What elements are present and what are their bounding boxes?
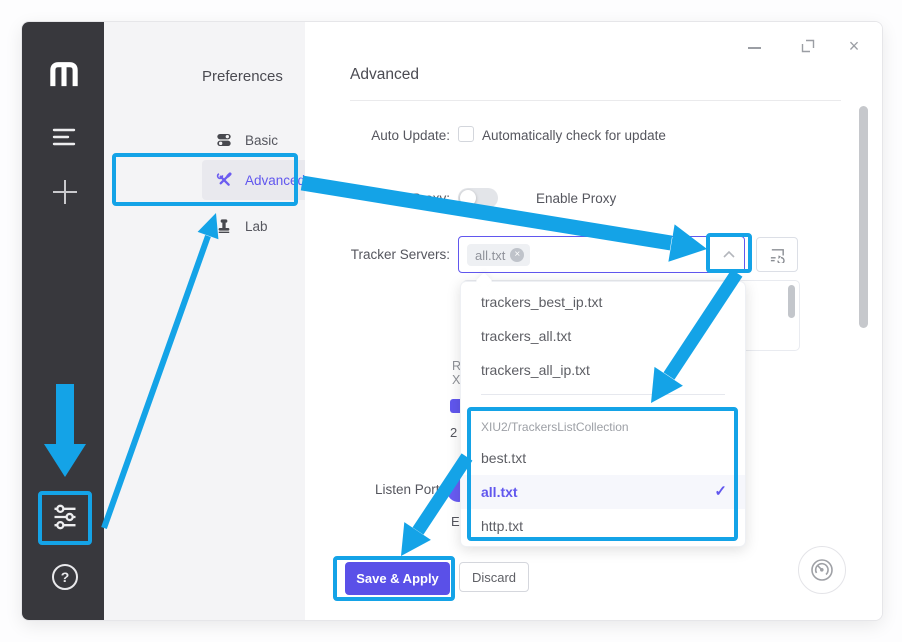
title-divider xyxy=(350,100,841,101)
tools-icon xyxy=(216,172,232,188)
textarea-scrollbar[interactable] xyxy=(788,285,795,318)
sync-icon xyxy=(768,246,787,263)
dropdown-option[interactable]: trackers_best_ip.txt xyxy=(461,285,745,319)
obscured-text-fragment: E xyxy=(451,515,460,529)
dropdown-option-selected[interactable]: all.txt ✓ xyxy=(461,475,745,509)
help-glyph: ? xyxy=(61,569,70,585)
screenshot-root: ? Preferences Basic Advanced xyxy=(0,0,902,642)
discard-button[interactable]: Discard xyxy=(459,562,529,592)
dropdown-option[interactable]: best.txt xyxy=(461,441,745,475)
auto-update-option-label[interactable]: Automatically check for update xyxy=(482,128,666,144)
restore-button[interactable] xyxy=(798,36,818,56)
add-task-icon[interactable] xyxy=(50,177,80,207)
preferences-icon[interactable] xyxy=(49,501,81,533)
minimize-icon xyxy=(748,47,761,49)
motrix-logo-icon xyxy=(48,60,80,88)
close-button[interactable]: × xyxy=(844,36,864,56)
dropdown-option[interactable]: trackers_all.txt xyxy=(461,319,745,353)
listen-ports-label: Listen Ports: xyxy=(310,482,450,498)
dropdown-option[interactable]: http.txt xyxy=(461,509,745,543)
tracker-servers-label: Tracker Servers: xyxy=(310,247,450,263)
proxy-label: Proxy: xyxy=(310,191,450,207)
content-scrollbar[interactable] xyxy=(859,106,868,328)
tag-label: all.txt xyxy=(475,248,505,263)
preferences-panel: Preferences Basic Advanced Lab xyxy=(104,22,305,620)
auto-update-label: Auto Update: xyxy=(310,128,450,144)
gauge-icon xyxy=(809,557,835,583)
dropdown-group-label: XIU2/TrackersListCollection xyxy=(461,413,745,441)
option-label: all.txt xyxy=(481,484,518,500)
preferences-title: Preferences xyxy=(202,68,283,85)
auto-update-checkbox[interactable] xyxy=(458,126,474,142)
nav-item-label: Lab xyxy=(245,219,268,234)
proxy-toggle[interactable] xyxy=(458,188,498,208)
app-sidebar: ? xyxy=(22,22,104,620)
update-trackers-button[interactable] xyxy=(756,237,798,272)
proxy-option-label: Enable Proxy xyxy=(536,191,616,207)
chevron-up-icon[interactable] xyxy=(721,247,737,265)
tracker-dropdown: trackers_best_ip.txt trackers_all.txt tr… xyxy=(460,281,746,547)
check-icon: ✓ xyxy=(714,475,727,509)
tag-close-icon[interactable]: × xyxy=(510,248,524,262)
toggle-knob xyxy=(460,190,476,206)
close-icon: × xyxy=(849,36,860,57)
speed-gauge-button[interactable] xyxy=(798,546,846,594)
lab-stamp-icon xyxy=(216,218,232,234)
minimize-button[interactable] xyxy=(744,38,764,58)
app-window: ? Preferences Basic Advanced xyxy=(22,22,882,620)
save-apply-button[interactable]: Save & Apply xyxy=(345,562,450,595)
task-list-icon[interactable] xyxy=(50,125,78,149)
page-title: Advanced xyxy=(350,66,419,84)
dropdown-option[interactable]: trackers_all_ip.txt xyxy=(461,353,745,387)
toggles-icon xyxy=(216,132,232,148)
obscured-text-fragment: 2 xyxy=(450,426,457,440)
nav-item-label: Advanced xyxy=(245,173,305,188)
selected-tracker-tag: all.txt × xyxy=(467,244,530,266)
tracker-servers-select[interactable]: all.txt × xyxy=(458,236,745,273)
restore-icon xyxy=(801,39,815,53)
help-icon[interactable]: ? xyxy=(52,564,78,590)
dropdown-divider xyxy=(481,394,725,395)
nav-item-label: Basic xyxy=(245,133,278,148)
